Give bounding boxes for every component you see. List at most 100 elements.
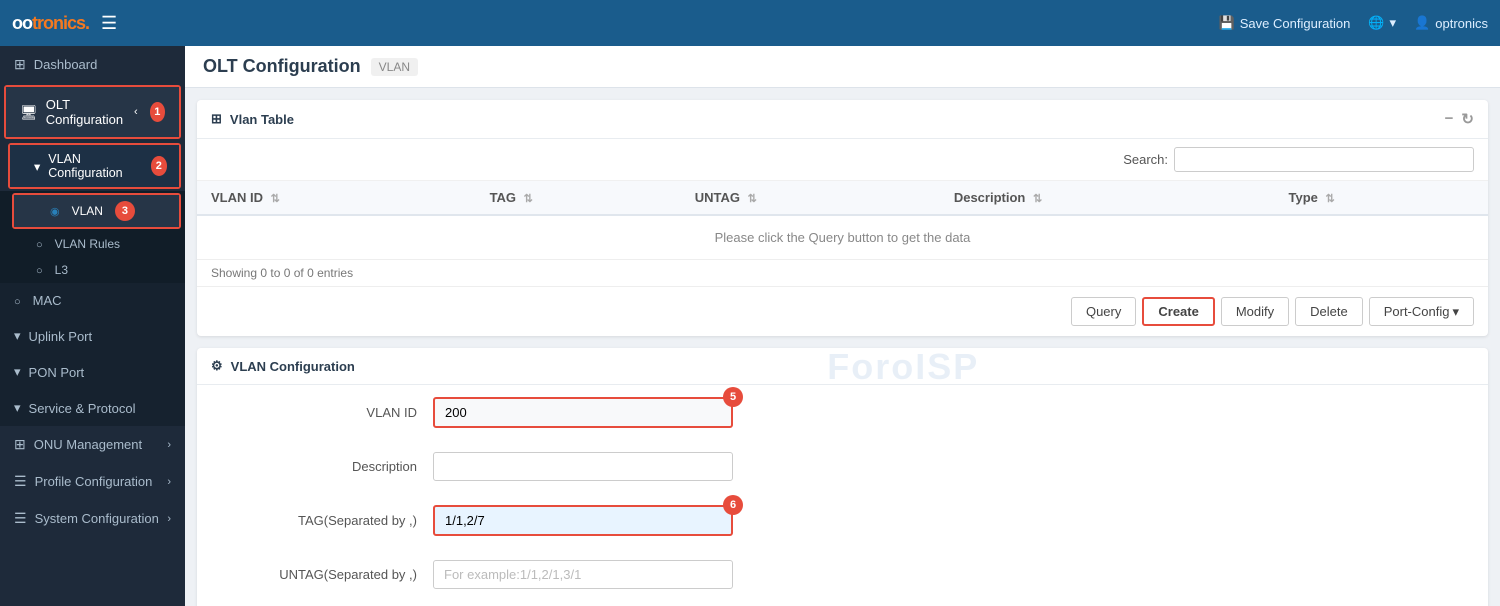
create-button[interactable]: Create [1142, 297, 1214, 326]
save-config-label: Save Configuration [1240, 16, 1351, 31]
sidebar-vlan-config-label: VLAN Configuration [48, 152, 138, 180]
step-badge-2: 2 [151, 156, 167, 176]
vlan-id-label: VLAN ID [217, 405, 417, 420]
main-content: ForoISP OLT Configuration VLAN ⊞ Vlan Ta… [185, 46, 1500, 606]
search-input[interactable] [1174, 147, 1474, 172]
onu-icon: ⊞ [14, 436, 26, 453]
description-input[interactable] [433, 452, 733, 481]
minimize-icon[interactable]: − [1445, 110, 1454, 128]
user-icon: 👤 [1414, 15, 1430, 31]
sidebar-item-vlan-rules[interactable]: VLAN Rules [0, 231, 185, 257]
step-badge-1: 1 [150, 102, 165, 122]
col-description: Description ⇅ [940, 181, 1275, 215]
port-config-label: Port-Config [1384, 304, 1450, 319]
untag-group: UNTAG(Separated by ,) [197, 548, 1488, 601]
chevron-right-icon: › [167, 476, 171, 488]
table-empty-message: Please click the Query button to get the… [197, 215, 1488, 260]
username-label: optronics [1435, 16, 1488, 31]
sidebar-service-label: Service & Protocol [29, 401, 136, 416]
expand-icon: ▾ [14, 328, 21, 344]
sidebar-item-l3[interactable]: L3 [0, 257, 185, 283]
query-button[interactable]: Query [1071, 297, 1136, 326]
brand: ootronics. [12, 13, 89, 34]
untag-input[interactable] [433, 560, 733, 589]
sidebar-item-olt-config[interactable]: 🖥 OLT Configuration ‹ 1 [6, 87, 179, 137]
page-header: OLT Configuration VLAN [185, 46, 1500, 88]
table-header-row: VLAN ID ⇅ TAG ⇅ UNTAG ⇅ Description ⇅ Ty… [197, 181, 1488, 215]
sidebar-item-profile-config[interactable]: ☰ Profile Configuration › [0, 463, 185, 500]
tag-input[interactable] [433, 505, 733, 536]
sidebar-item-system-config[interactable]: ☰ System Configuration › [0, 500, 185, 537]
sidebar-uplink-label: Uplink Port [29, 329, 93, 344]
navbar-right: 💾 Save Configuration 🌐 ▾ 👤 optronics [1219, 15, 1488, 31]
vlan-config-section: ▾ VLAN Configuration 2 [8, 143, 181, 189]
sidebar-item-vlan[interactable]: VLAN 3 [14, 195, 179, 227]
table-info: Showing 0 to 0 of 0 entries [197, 260, 1488, 286]
vlan-id-group: VLAN ID 5 [197, 385, 1488, 440]
expand-icon: ▾ [14, 364, 21, 380]
sidebar-vlan-label: VLAN [72, 204, 103, 218]
save-config-button[interactable]: 💾 Save Configuration [1219, 15, 1351, 31]
vlan-table-card-header: ⊞ Vlan Table − ↻ [197, 100, 1488, 139]
tag-label: TAG(Separated by ,) [217, 513, 417, 528]
vlan-table-card: ⊞ Vlan Table − ↻ Search: VLAN ID ⇅ TAG ⇅ [197, 100, 1488, 336]
radio-icon [50, 204, 64, 218]
table-action-bar: Query Create Modify Delete Port-Config ▾ [197, 286, 1488, 336]
card-controls: − ↻ [1445, 110, 1474, 128]
modify-button[interactable]: Modify [1221, 297, 1289, 326]
config-icon: ⚙ [211, 358, 223, 374]
table-search-toolbar: Search: [197, 139, 1488, 181]
sidebar: ⊞ Dashboard 🖥 OLT Configuration ‹ 1 ▾ VL… [0, 46, 185, 606]
step-badge-5: 5 [723, 387, 743, 407]
language-selector[interactable]: 🌐 ▾ [1368, 15, 1396, 31]
description-label: Description [217, 459, 417, 474]
vlan-table-title: Vlan Table [230, 112, 294, 127]
sidebar-vlan-rules-label: VLAN Rules [55, 237, 120, 251]
sidebar-olt-label: OLT Configuration [46, 97, 126, 127]
vlan-item-section: VLAN 3 [12, 193, 181, 229]
table-empty-row: Please click the Query button to get the… [197, 215, 1488, 260]
save-icon: 💾 [1219, 15, 1235, 31]
sidebar-l3-label: L3 [55, 263, 68, 277]
tag-group: TAG(Separated by ,) 6 [197, 493, 1488, 548]
sidebar-pon-label: PON Port [29, 365, 85, 380]
user-menu[interactable]: 👤 optronics [1414, 15, 1488, 31]
sidebar-item-vlan-config[interactable]: ▾ VLAN Configuration 2 [10, 145, 179, 187]
sidebar-item-onu-management[interactable]: ⊞ ONU Management › [0, 426, 185, 463]
search-label: Search: [1123, 152, 1168, 167]
sidebar-mac-label: MAC [33, 293, 62, 308]
profile-icon: ☰ [14, 473, 27, 490]
chevron-right-icon: › [167, 439, 171, 451]
step-badge-6: 6 [723, 495, 743, 515]
col-type: Type ⇅ [1274, 181, 1488, 215]
page-title: OLT Configuration [203, 56, 361, 77]
col-vlan-id: VLAN ID ⇅ [197, 181, 476, 215]
chevron-right-icon: › [167, 513, 171, 525]
page-subtitle-badge: VLAN [371, 58, 418, 76]
refresh-icon[interactable]: ↻ [1461, 110, 1474, 128]
sidebar-item-service-protocol[interactable]: ▾ Service & Protocol [0, 390, 185, 426]
vlan-config-card: ⚙ VLAN Configuration VLAN ID 5 Descripti… [197, 348, 1488, 606]
port-config-button[interactable]: Port-Config ▾ [1369, 297, 1474, 326]
dashboard-icon: ⊞ [14, 56, 26, 73]
sidebar-onu-label: ONU Management [34, 437, 142, 452]
chevron-left-icon: ‹ [134, 106, 138, 118]
sidebar-item-uplink-port[interactable]: ▾ Uplink Port [0, 318, 185, 354]
dropdown-arrow-icon: ▾ [1452, 304, 1459, 320]
sidebar-dashboard-label: Dashboard [34, 57, 98, 72]
vlan-id-input[interactable] [433, 397, 733, 428]
system-icon: ☰ [14, 510, 27, 527]
hamburger-icon[interactable]: ☰ [101, 13, 117, 34]
sidebar-item-dashboard[interactable]: ⊞ Dashboard [0, 46, 185, 83]
sidebar-item-pon-port[interactable]: ▾ PON Port [0, 354, 185, 390]
description-group: Description [197, 440, 1488, 493]
sidebar-item-mac[interactable]: MAC [0, 283, 185, 318]
globe-icon: 🌐 [1368, 15, 1384, 31]
monitor-icon: 🖥 [20, 104, 38, 121]
delete-button[interactable]: Delete [1295, 297, 1363, 326]
form-actions: Submit 7 Cancel [197, 601, 1488, 606]
col-tag: TAG ⇅ [476, 181, 681, 215]
expand-icon: ▾ [34, 159, 40, 174]
sidebar-system-label: System Configuration [35, 511, 159, 526]
step-badge-3: 3 [115, 201, 135, 221]
